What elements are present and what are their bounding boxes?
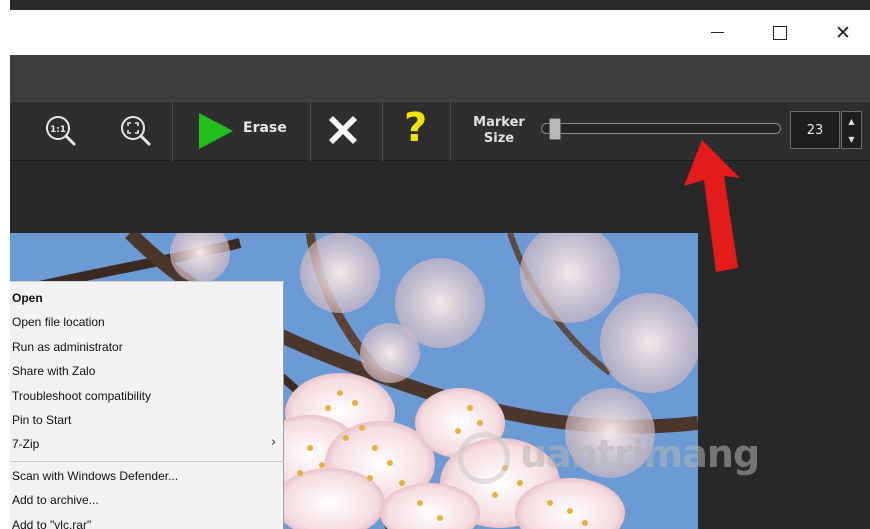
erase-label: Erase — [243, 120, 287, 136]
close-button[interactable]: ✕ — [814, 10, 870, 55]
menu-item-scan-with-defender[interactable]: Scan with Windows Defender... — [12, 465, 178, 487]
toolbar-separator — [382, 102, 383, 161]
maximize-icon — [773, 25, 787, 40]
menu-item-troubleshoot-compatibility[interactable]: Troubleshoot compatibility — [12, 385, 151, 407]
zoom-fit-icon — [121, 116, 151, 146]
marker-size-input[interactable]: 23 — [790, 111, 840, 149]
play-icon — [199, 113, 233, 149]
spin-up-icon[interactable]: ▲ — [842, 112, 861, 130]
menu-item-pin-to-start[interactable]: Pin to Start — [12, 409, 71, 431]
cancel-button[interactable] — [323, 110, 363, 150]
x-icon — [329, 116, 357, 144]
minimize-icon — [710, 31, 724, 34]
marker-size-slider[interactable] — [541, 123, 781, 134]
minimize-button[interactable] — [688, 10, 746, 55]
menu-item-run-as-administrator[interactable]: Run as administrator — [12, 336, 123, 358]
toolbar-separator — [310, 102, 311, 161]
toolbar-separator — [450, 102, 451, 161]
zoom-actual-size-button[interactable]: 1:1 — [45, 115, 76, 146]
menu-item-share-with-zalo[interactable]: Share with Zalo — [12, 360, 95, 382]
zoom-fit-button[interactable] — [120, 115, 151, 146]
menu-item-add-to-vlc-rar[interactable]: Add to "vlc.rar" — [12, 514, 91, 529]
watermark-text: uantrimang — [520, 432, 760, 476]
menu-strip — [10, 55, 870, 101]
left-edge — [0, 0, 10, 529]
menu-item-open[interactable]: Open — [12, 287, 43, 309]
title-bar: ✕ — [10, 10, 870, 55]
marker-size-label: Marker Size — [473, 115, 525, 146]
svg-text:1:1: 1:1 — [50, 125, 66, 135]
marker-size-slider-thumb[interactable] — [549, 118, 561, 140]
toolbar-separator — [172, 102, 173, 161]
menu-separator — [10, 461, 284, 462]
annotation-arrow-icon — [684, 140, 740, 272]
chevron-right-icon: › — [271, 435, 277, 450]
watermark-logo — [458, 432, 510, 484]
help-button[interactable]: ? — [402, 105, 438, 152]
menu-item-open-file-location[interactable]: Open file location — [12, 311, 105, 333]
spin-down-icon[interactable]: ▼ — [842, 130, 861, 148]
context-menu: Open Open file location Run as administr… — [10, 281, 284, 529]
question-icon: ? — [404, 105, 428, 151]
zoom-actual-size-icon: 1:1 — [46, 116, 76, 146]
menu-item-add-to-archive[interactable]: Add to archive... — [12, 489, 99, 511]
close-icon: ✕ — [835, 21, 851, 44]
marker-size-stepper[interactable]: ▲ ▼ — [841, 111, 862, 149]
maximize-button[interactable] — [751, 10, 809, 55]
menu-item-7zip[interactable]: 7-Zip — [12, 433, 39, 455]
